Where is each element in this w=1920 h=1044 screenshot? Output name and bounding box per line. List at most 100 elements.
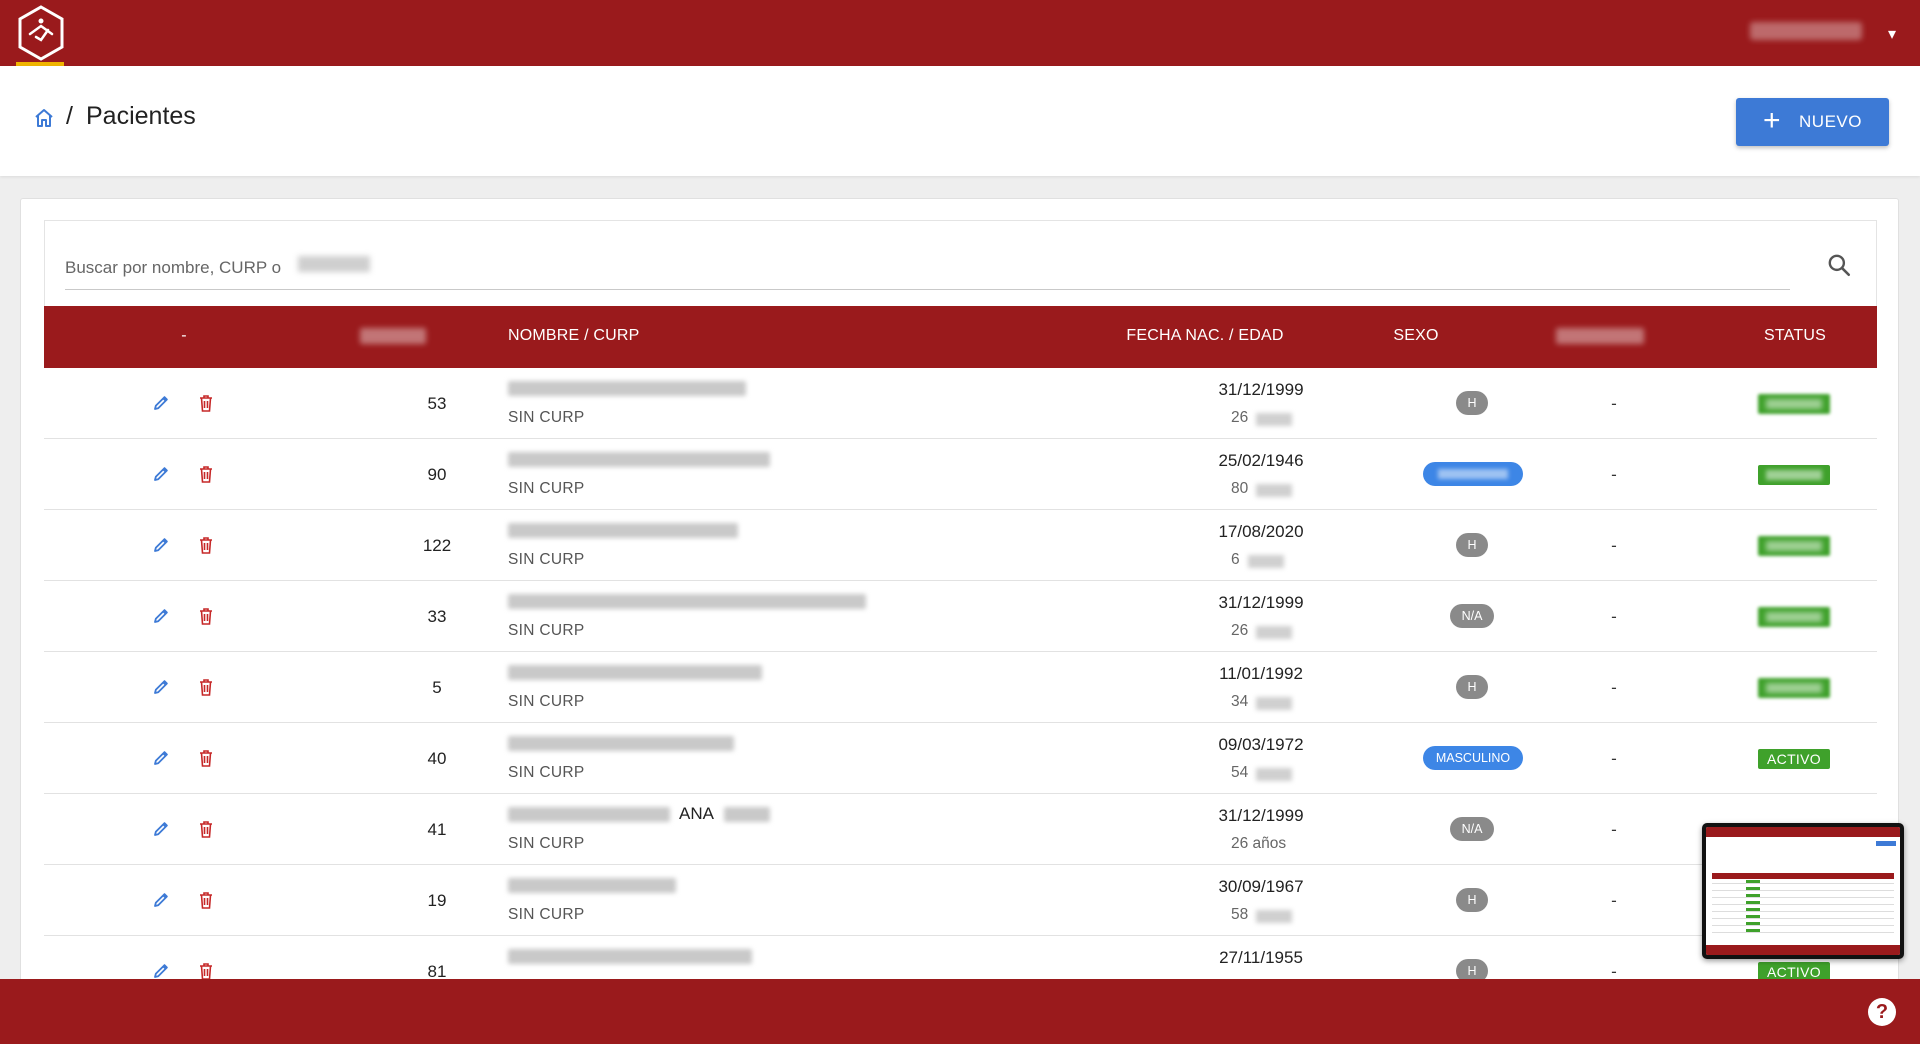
plus-icon: + <box>1763 103 1782 137</box>
table-row: 53 SIN CURP 31/12/1999 26 H - <box>44 368 1877 439</box>
edit-icon[interactable] <box>152 394 170 412</box>
cell-phone: - <box>1611 749 1617 768</box>
edit-icon[interactable] <box>152 536 170 554</box>
delete-icon[interactable] <box>198 962 214 980</box>
logo-icon[interactable] <box>16 4 66 62</box>
screenshot-thumbnail[interactable] <box>1702 823 1904 959</box>
cell-age: 58 <box>1231 906 1249 923</box>
breadcrumb-separator: / <box>66 102 73 130</box>
edit-icon[interactable] <box>152 749 170 767</box>
new-button-label: NUEVO <box>1799 112 1862 131</box>
cell-age: 26 años <box>1231 835 1287 852</box>
table-row: 33 SIN CURP 31/12/1999 26 N/A - <box>44 581 1877 652</box>
table-body: 53 SIN CURP 31/12/1999 26 H - 90 SIN CUR… <box>44 368 1877 980</box>
new-patient-button[interactable]: + NUEVO <box>1736 98 1889 146</box>
cell-code: 53 <box>427 394 447 413</box>
thumbnail-preview <box>1706 827 1900 955</box>
sex-badge: H <box>1456 391 1488 415</box>
cell-dob: 31/12/1999 <box>1218 806 1304 825</box>
edit-icon[interactable] <box>152 607 170 625</box>
column-dob-age[interactable]: FECHA NAC. / EDAD <box>1126 327 1283 345</box>
name-redacted <box>508 807 670 822</box>
name-redacted <box>508 736 734 751</box>
age-unit-redacted <box>1256 484 1292 497</box>
cell-curp: SIN CURP <box>508 480 585 497</box>
edit-icon[interactable] <box>152 678 170 696</box>
cell-code: 33 <box>427 607 447 626</box>
table-row: 81 27/11/1955 H - ACTIVO <box>44 936 1877 980</box>
edit-icon[interactable] <box>152 820 170 838</box>
delete-icon[interactable] <box>198 394 214 413</box>
name-redacted <box>508 381 746 396</box>
delete-icon[interactable] <box>198 678 214 697</box>
status-badge <box>1758 465 1830 485</box>
column-sex[interactable]: SEXO <box>1393 327 1438 345</box>
sex-badge: MASCULINO <box>1423 746 1523 770</box>
cell-code: 81 <box>427 962 447 980</box>
delete-icon[interactable] <box>198 607 214 626</box>
cell-dob: 30/09/1967 <box>1218 877 1304 896</box>
column-actions: - <box>181 327 187 344</box>
age-unit-redacted <box>1256 626 1292 639</box>
delete-icon[interactable] <box>198 536 214 555</box>
status-badge <box>1758 536 1830 556</box>
home-icon[interactable] <box>32 106 56 130</box>
column-status[interactable]: STATUS <box>1764 327 1826 345</box>
cell-phone: - <box>1611 678 1617 697</box>
table-row: 19 SIN CURP 30/09/1967 58 H - <box>44 865 1877 936</box>
bottom-bar <box>0 979 1920 1044</box>
name-redacted <box>508 523 738 538</box>
table-row: 41 ANA SIN CURP 31/12/1999 26 años N/A - <box>44 794 1877 865</box>
age-unit-redacted <box>1256 910 1292 923</box>
delete-icon[interactable] <box>198 465 214 484</box>
cell-phone: - <box>1611 891 1617 910</box>
cell-dob: 17/08/2020 <box>1218 522 1304 541</box>
edit-icon[interactable] <box>152 465 170 483</box>
age-unit-redacted <box>1256 697 1292 710</box>
column-phone-redacted[interactable] <box>1556 328 1644 344</box>
cell-code: 122 <box>422 536 452 555</box>
column-code-redacted[interactable] <box>360 328 426 344</box>
cell-age: 80 <box>1231 480 1249 497</box>
user-menu-caret-icon[interactable]: ▾ <box>1888 24 1896 44</box>
status-badge <box>1758 607 1830 627</box>
help-icon[interactable]: ? <box>1868 998 1896 1026</box>
cell-code: 19 <box>427 891 447 910</box>
user-name-redacted[interactable] <box>1750 22 1862 40</box>
sex-badge: H <box>1456 533 1488 557</box>
search-placeholder-redacted <box>298 256 370 272</box>
table-row: 40 SIN CURP 09/03/1972 54 MASCULINO - AC… <box>44 723 1877 794</box>
delete-icon[interactable] <box>198 891 214 910</box>
sex-badge: N/A <box>1450 817 1494 841</box>
cell-dob: 11/01/1992 <box>1219 664 1303 683</box>
name-redacted <box>508 452 770 467</box>
cell-dob: 09/03/1972 <box>1218 735 1304 754</box>
status-badge: ACTIVO <box>1758 749 1830 769</box>
column-name-curp[interactable]: NOMBRE / CURP <box>508 327 640 345</box>
cell-dob: 27/11/1955 <box>1219 948 1303 967</box>
age-unit-redacted <box>1256 768 1292 781</box>
cell-code: 40 <box>427 749 447 768</box>
cell-curp: SIN CURP <box>508 764 585 781</box>
cell-phone: - <box>1611 536 1617 555</box>
cell-code: 90 <box>427 465 447 484</box>
cell-age: 34 <box>1231 693 1249 710</box>
name-redacted <box>508 949 752 964</box>
name-redacted <box>724 807 770 822</box>
age-unit-redacted <box>1256 413 1292 426</box>
sex-badge: H <box>1456 888 1488 912</box>
edit-icon[interactable] <box>152 962 170 980</box>
table-row: 122 SIN CURP 17/08/2020 6 H - <box>44 510 1877 581</box>
status-badge <box>1758 678 1830 698</box>
cell-age: 6 <box>1231 551 1240 568</box>
delete-icon[interactable] <box>198 749 214 768</box>
cell-phone: - <box>1611 465 1617 484</box>
top-bar: ▾ <box>0 0 1920 66</box>
search-icon[interactable] <box>1826 252 1852 278</box>
table-row: 5 SIN CURP 11/01/1992 34 H - <box>44 652 1877 723</box>
sex-badge: H <box>1456 675 1488 699</box>
cell-age: 26 <box>1231 622 1249 639</box>
edit-icon[interactable] <box>152 891 170 909</box>
delete-icon[interactable] <box>198 820 214 839</box>
cell-name-visible: ANA <box>679 804 714 823</box>
